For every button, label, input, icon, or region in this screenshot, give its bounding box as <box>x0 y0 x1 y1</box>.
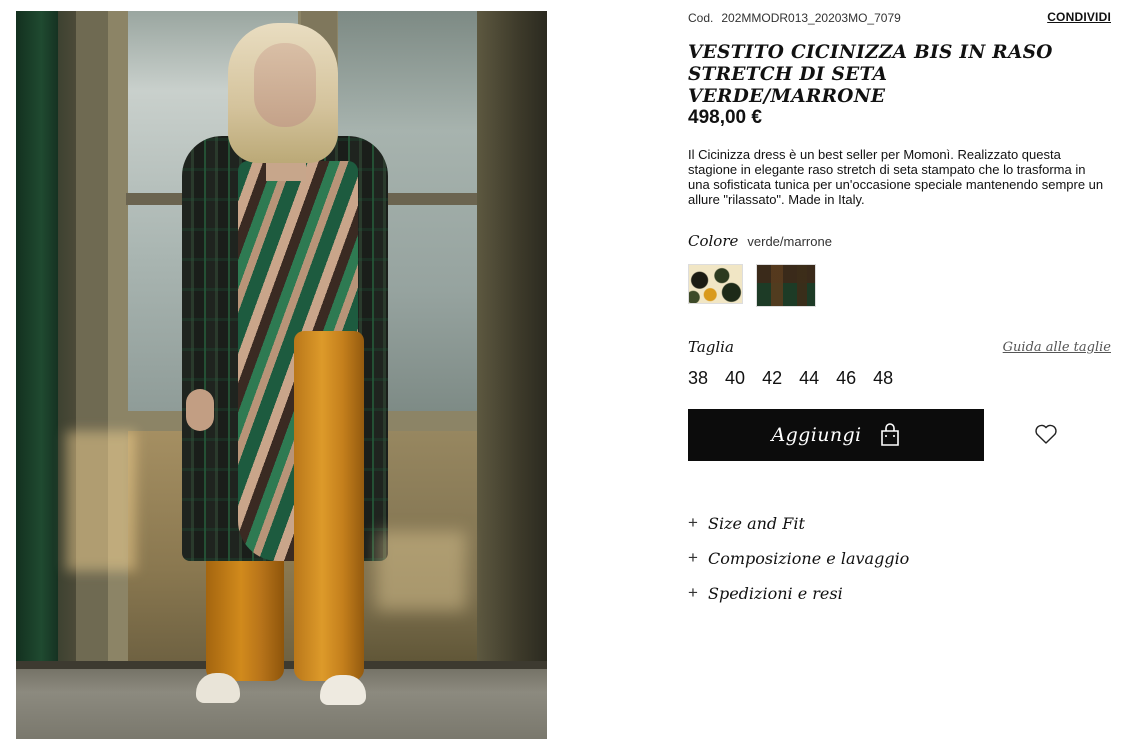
accordion-label: Composizione e lavaggio <box>708 548 910 568</box>
plus-icon: + <box>688 548 698 567</box>
size-options: 38 40 42 44 46 48 <box>688 368 910 389</box>
accordion-size-and-fit[interactable]: + Size and Fit <box>688 513 805 533</box>
product-description: Il Cicinizza dress è un best seller per … <box>688 147 1104 207</box>
heart-icon[interactable] <box>1034 423 1058 445</box>
photo-shutter <box>16 11 58 681</box>
plus-icon: + <box>688 513 698 532</box>
size-option-42[interactable]: 42 <box>762 368 782 389</box>
product-code-value: 202MMODR013_20203MO_7079 <box>721 11 901 25</box>
product-code: Cod. 202MMODR013_20203MO_7079 <box>688 11 901 25</box>
product-title: VESTITO CICINIZZA BIS IN RASO STRETCH DI… <box>688 42 1053 107</box>
color-swatch-green-brown[interactable] <box>756 264 816 307</box>
color-value: verde/marrone <box>747 234 832 249</box>
photo-shoe-left <box>196 673 240 703</box>
photo-face <box>254 43 316 127</box>
size-option-40[interactable]: 40 <box>725 368 745 389</box>
size-label: Taglia <box>688 338 734 356</box>
size-option-38[interactable]: 38 <box>688 368 708 389</box>
add-to-cart-button[interactable]: Aggiungi <box>688 409 984 461</box>
color-selector: Colore verde/marrone <box>688 232 832 250</box>
accordion-shipping-returns[interactable]: + Spedizioni e resi <box>688 583 843 603</box>
photo-shoe-right <box>320 675 366 705</box>
accordion-label: Size and Fit <box>708 513 805 533</box>
size-option-48[interactable]: 48 <box>873 368 893 389</box>
add-to-cart-label: Aggiungi <box>771 424 862 446</box>
accordion-composition[interactable]: + Composizione e lavaggio <box>688 548 909 568</box>
photo-trousers-right <box>294 331 364 681</box>
photo-sunlight-2 <box>376 531 466 611</box>
product-code-label: Cod. <box>688 11 714 25</box>
plus-icon: + <box>688 583 698 602</box>
color-swatch-cream-floral[interactable] <box>688 264 743 304</box>
size-option-46[interactable]: 46 <box>836 368 856 389</box>
product-price: 498,00 € <box>688 107 762 128</box>
color-label: Colore <box>688 232 739 250</box>
share-link[interactable]: CONDIVIDI <box>1047 10 1111 24</box>
photo-hand <box>186 389 214 431</box>
photo-wall-right <box>477 11 547 739</box>
product-image[interactable] <box>16 11 547 739</box>
size-option-44[interactable]: 44 <box>799 368 819 389</box>
size-guide-link[interactable]: Guida alle taglie <box>1003 340 1111 355</box>
accordion-label: Spedizioni e resi <box>708 583 843 603</box>
shopping-bag-icon <box>879 423 901 447</box>
photo-sunlight <box>66 431 136 571</box>
